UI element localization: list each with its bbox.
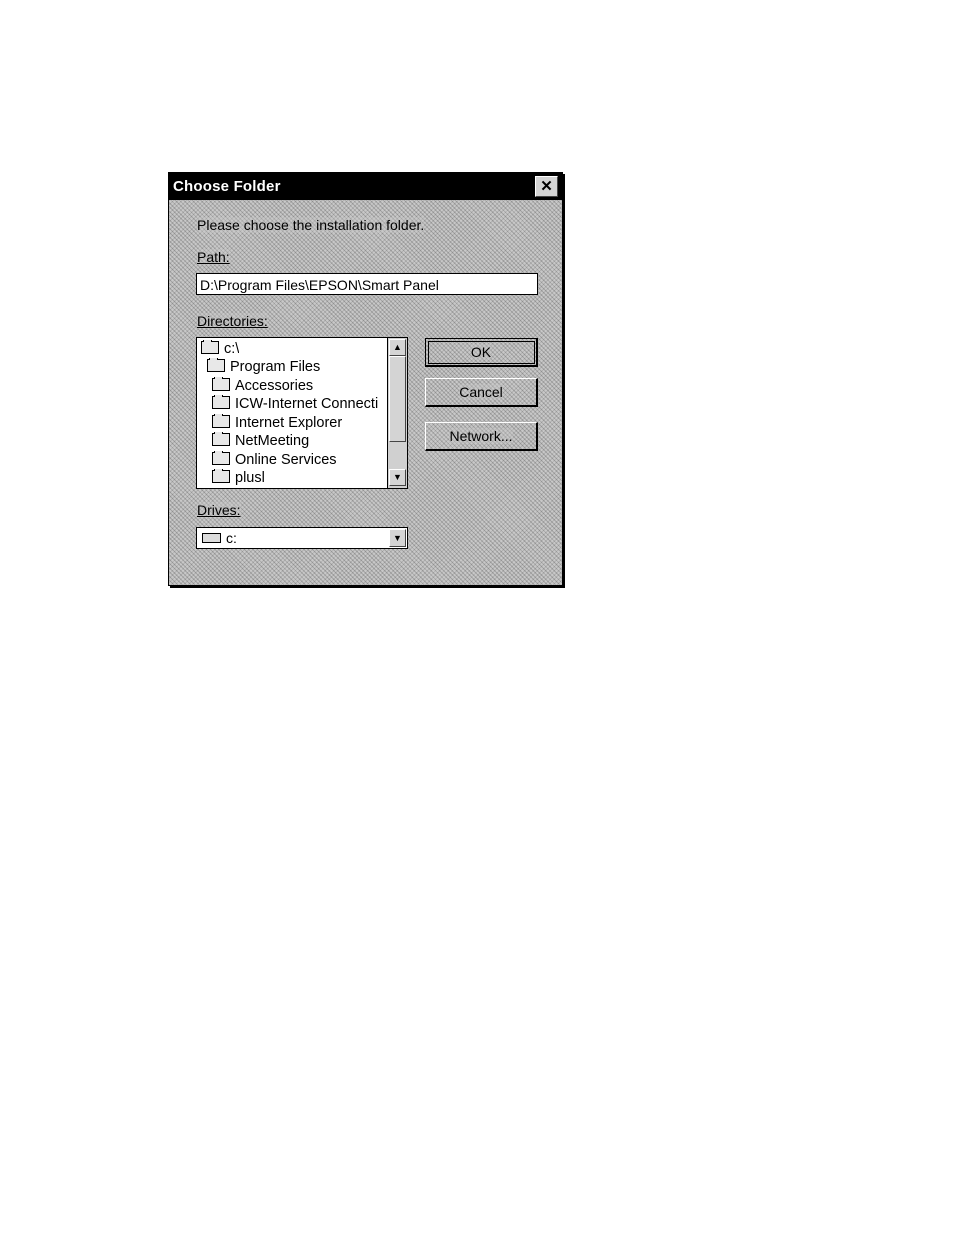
scroll-up-button[interactable]: ▲ bbox=[389, 339, 406, 356]
directory-item[interactable]: plusl bbox=[212, 469, 265, 487]
directories-label: Directories: bbox=[197, 313, 268, 329]
directory-item[interactable]: Accessories bbox=[212, 377, 313, 395]
path-input[interactable]: D:\Program Files\EPSON\Smart Panel bbox=[196, 273, 538, 295]
drive-value: c: bbox=[226, 530, 237, 546]
directory-label: Internet Explorer bbox=[235, 415, 343, 431]
drive-icon bbox=[202, 533, 221, 543]
close-button[interactable]: ✕ bbox=[535, 176, 558, 197]
cancel-button[interactable]: Cancel bbox=[425, 378, 538, 407]
drives-label: Drives: bbox=[197, 502, 241, 518]
cancel-button-label: Cancel bbox=[459, 384, 503, 400]
directory-label: Program Files bbox=[230, 359, 321, 375]
directory-item[interactable]: Online Services bbox=[212, 451, 337, 469]
arrow-down-icon: ▼ bbox=[393, 472, 402, 482]
folder-icon bbox=[212, 414, 230, 428]
folder-icon bbox=[212, 469, 230, 483]
instruction-text: Please choose the installation folder. bbox=[197, 217, 425, 233]
drives-dropdown[interactable]: c: ▼ bbox=[196, 527, 408, 549]
close-icon: ✕ bbox=[540, 178, 553, 195]
folder-icon bbox=[212, 451, 230, 465]
open-folder-icon bbox=[201, 340, 219, 354]
path-label: Path: bbox=[197, 249, 230, 265]
directory-label: Online Services bbox=[235, 452, 337, 468]
directory-item[interactable]: ICW-Internet Connecti bbox=[212, 395, 382, 413]
ok-button-label: OK bbox=[470, 344, 492, 360]
directories-list[interactable]: c:\ Program Files Accessories ICW-Intern… bbox=[196, 337, 408, 489]
drives-dropdown-button[interactable]: ▼ bbox=[389, 529, 406, 547]
directory-item[interactable]: NetMeeting bbox=[212, 432, 309, 450]
folder-icon bbox=[212, 432, 230, 446]
folder-icon bbox=[212, 395, 230, 409]
directory-label: plusl bbox=[235, 470, 265, 486]
directory-label: NetMeeting bbox=[235, 433, 310, 449]
directory-item[interactable]: c:\ bbox=[201, 340, 239, 358]
scroll-thumb[interactable] bbox=[389, 356, 406, 442]
chevron-down-icon: ▼ bbox=[393, 533, 402, 543]
network-button[interactable]: Network... bbox=[425, 422, 538, 451]
folder-icon bbox=[212, 377, 230, 391]
directory-label: ICW-Internet Connecti bbox=[235, 396, 379, 412]
ok-button[interactable]: OK bbox=[425, 338, 538, 367]
directory-item[interactable]: Internet Explorer bbox=[212, 414, 342, 432]
dialog-title: Choose Folder bbox=[173, 178, 281, 195]
directory-label: Accessories bbox=[235, 378, 314, 394]
scroll-down-button[interactable]: ▼ bbox=[389, 469, 406, 486]
directory-label: c:\ bbox=[224, 341, 240, 357]
arrow-up-icon: ▲ bbox=[393, 342, 402, 352]
choose-folder-dialog: Choose Folder ✕ Please choose the instal… bbox=[168, 172, 563, 586]
open-folder-icon bbox=[207, 358, 225, 372]
title-bar[interactable]: Choose Folder ✕ bbox=[169, 173, 562, 200]
directory-item[interactable]: Program Files bbox=[207, 358, 320, 376]
directories-scrollbar[interactable]: ▲ ▼ bbox=[387, 338, 407, 488]
network-button-label: Network... bbox=[449, 428, 513, 444]
